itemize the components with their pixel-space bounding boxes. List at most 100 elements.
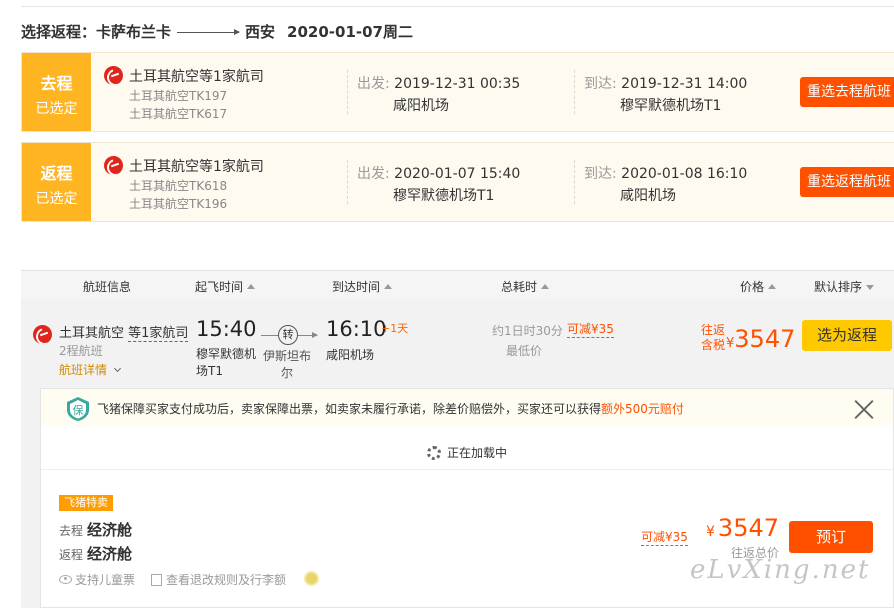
tag-title: 去程 (40, 74, 73, 93)
chevron-down-icon (113, 364, 122, 373)
divider (41, 469, 893, 470)
outbound-cabin-class: 经济舱 (87, 521, 133, 539)
shield-char: 保 (73, 403, 84, 417)
turkish-airlines-logo-icon (104, 156, 123, 175)
turkish-airlines-logo-icon (104, 66, 123, 85)
guarantee-text: 飞猪保障买家支付成功后，卖家保障出票，如卖家未履行承诺，除差价赔偿外，买家还可以… (97, 400, 684, 417)
special-sale-badge: 飞猪特卖 (59, 495, 113, 511)
reselect-outbound-button[interactable]: 重选去程航班 (800, 77, 894, 107)
flight-airline: 土耳其航空 等1家航司 (59, 322, 189, 342)
currency-symbol: ¥ (706, 524, 715, 540)
sort-up-icon (768, 284, 777, 289)
eye-icon (59, 575, 72, 584)
sort-arrive-time[interactable]: 到达时间 (332, 278, 393, 295)
tag-status: 已选定 (35, 191, 78, 207)
sort-label: 到达时间 (332, 280, 381, 294)
return-cabin-class: 经济舱 (87, 545, 133, 563)
sort-label: 默认排序 (814, 280, 863, 294)
return-selected-tag: 返程 已选定 (22, 143, 91, 221)
feature-text: 支持儿童票 (75, 573, 136, 587)
arrive-info: 到达: 2019-12-31 14:00 (584, 73, 747, 93)
lowest-price-tag: 最低价 (506, 344, 543, 358)
sort-down-icon (866, 285, 875, 290)
arrive-label: 到达: (584, 166, 617, 182)
loading-text: 正在加载中 (447, 446, 508, 460)
flight-number: 土耳其航空TK196 (129, 197, 228, 211)
shield-icon: 保 (67, 397, 89, 421)
refund-rules-link[interactable]: 查看退改规则及行李额 (151, 571, 286, 588)
depart-info: 出发: 2019-12-31 00:35 (357, 73, 520, 93)
arrive-time: 2019-12-31 14:00 (621, 76, 748, 92)
guarantee-highlight: 额外500元赔付 (601, 402, 684, 416)
total-duration: 约1日时30分 (492, 324, 563, 338)
route-arrow-icon (177, 28, 241, 35)
divider (347, 160, 348, 204)
guarantee-banner: 保 飞猪保障买家支付成功后，卖家保障出票，如卖家未履行承诺，除差价赔偿外，买家还… (41, 389, 893, 425)
more-airlines-link[interactable]: 等1家航司 (128, 326, 189, 342)
divider (574, 70, 575, 114)
selected-airline: 土耳其航空等1家航司 (129, 69, 264, 85)
sort-price[interactable]: 价格 (740, 278, 777, 295)
total-price: ¥3547 (706, 514, 779, 542)
selected-return-card: 返程 已选定 土耳其航空等1家航司 土耳其航空TK618 土耳其航空TK196 … (21, 142, 894, 222)
flight-detail-toggle[interactable]: 航班详情 (59, 361, 122, 378)
arrive-time: 16:10 (326, 317, 387, 341)
selected-outbound-card: 去程 已选定 土耳其航空等1家航司 土耳其航空TK197 土耳其航空TK617 … (21, 52, 894, 132)
price-value: 3547 (734, 325, 796, 353)
transfer-city: 伊斯坦布尔 (262, 349, 311, 380)
top-divider (21, 6, 894, 7)
depart-airport: 穆罕默德机场T1 (393, 188, 495, 204)
route-to: 西安 (245, 22, 276, 41)
loading-indicator: 正在加载中 (427, 444, 507, 461)
route-prefix: 选择返程： (21, 22, 97, 41)
arrive-info: 到达: 2020-01-08 16:10 (584, 163, 747, 183)
transfer-icon: 转 (278, 325, 298, 345)
close-icon[interactable] (853, 398, 875, 420)
return-label: 返程 (59, 548, 84, 562)
sort-label: 起飞时间 (195, 280, 244, 294)
flight-number: 土耳其航空TK618 (129, 179, 228, 193)
return-cabin: 返程 经济舱 (59, 543, 132, 564)
sort-label: 价格 (740, 280, 765, 294)
depart-airport: 穆罕默德机场T1 (196, 347, 257, 378)
document-icon (151, 573, 162, 586)
sort-up-icon (384, 284, 393, 289)
spinner-icon (427, 445, 441, 460)
sort-total-duration[interactable]: 总耗时 (501, 278, 550, 295)
discount-label[interactable]: 可减¥35 (641, 530, 688, 546)
divider (347, 70, 348, 114)
divider (574, 160, 575, 204)
discount-label[interactable]: 可减¥35 (567, 322, 614, 338)
flight-list-header: 航班信息 起飞时间 到达时间 总耗时 价格 默认排序 (21, 270, 894, 300)
depart-info: 出发: 2020-01-07 15:40 (357, 163, 520, 183)
sort-label: 总耗时 (501, 280, 538, 294)
default-sort[interactable]: 默认排序 (814, 278, 875, 295)
flight-type: 2程航班 (59, 344, 103, 358)
outbound-label: 去程 (59, 524, 84, 538)
depart-label: 出发: (357, 76, 390, 92)
book-button[interactable]: 预订 (789, 521, 873, 553)
reselect-return-button[interactable]: 重选返程航班 (800, 167, 894, 197)
depart-time: 2020-01-07 15:40 (394, 166, 521, 182)
select-return-button[interactable]: 选为返程 (802, 320, 892, 351)
children-ticket-feature: 支持儿童票 (59, 571, 135, 588)
flight-number: 土耳其航空TK617 (129, 107, 228, 121)
flight-price: ¥3547 (726, 325, 795, 353)
watermark: eLvXing.net (690, 555, 871, 585)
sort-up-icon (247, 284, 256, 289)
route-date: 2020-01-07周二 (287, 22, 413, 41)
arrive-time: 2020-01-08 16:10 (621, 166, 748, 182)
depart-label: 出发: (357, 166, 390, 182)
flight-number: 土耳其航空TK197 (129, 89, 228, 103)
depart-time: 15:40 (196, 317, 257, 341)
plus-day-badge: +1天 (381, 322, 409, 335)
tag-title: 返程 (40, 164, 73, 183)
feature-text: 查看退改规则及行李额 (166, 573, 287, 587)
depart-time: 2019-12-31 00:35 (394, 76, 521, 92)
depart-airport: 咸阳机场 (393, 98, 449, 114)
turkish-airlines-logo-icon (33, 325, 52, 344)
arrive-label: 到达: (584, 76, 617, 92)
sort-depart-time[interactable]: 起飞时间 (195, 278, 256, 295)
col-flight-info: 航班信息 (83, 280, 132, 294)
outbound-selected-tag: 去程 已选定 (22, 53, 91, 131)
